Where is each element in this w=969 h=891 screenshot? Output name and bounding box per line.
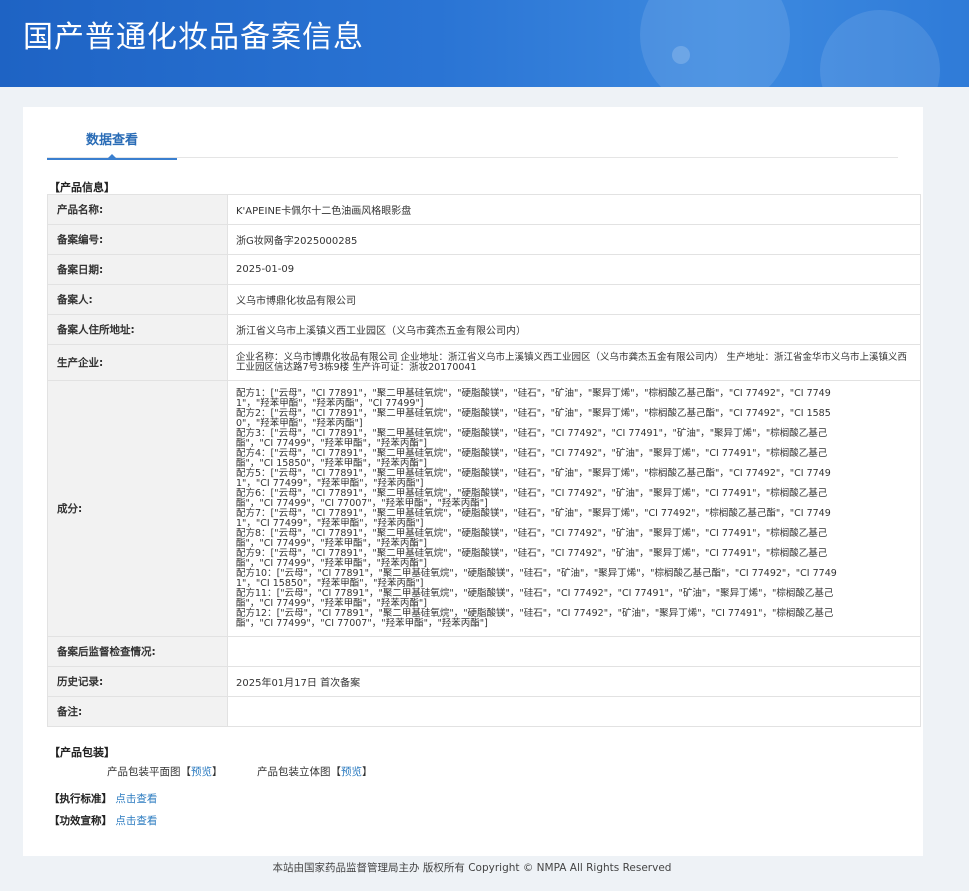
history-value: 2025年01月17日 首次备案 bbox=[227, 666, 921, 697]
formula-line: 配方7：["云母"，"CI 77891"，"聚二甲基硅氧烷"，"硬脂酸镁"，"硅… bbox=[236, 507, 831, 529]
row-label: 成分: bbox=[47, 380, 228, 637]
product-info-table: 产品名称: K'APEINE卡佩尔十二色油画风格眼影盘 备案编号: 浙G妆网备字… bbox=[47, 194, 921, 727]
efficacy-row: 【功效宣称】 点击查看 bbox=[49, 813, 157, 828]
row-label: 产品名称: bbox=[47, 194, 228, 225]
tab-label: 数据查看 bbox=[85, 133, 138, 148]
table-row: 备案人: 义乌市博鼎化妆品有限公司 bbox=[47, 284, 921, 315]
standard-row: 【执行标准】 点击查看 bbox=[49, 791, 157, 806]
row-label: 备案后监督检查情况: bbox=[47, 636, 228, 667]
tab-data-view[interactable]: 数据查看 bbox=[47, 126, 177, 160]
content-panel: 数据查看 【产品信息】 产品名称: K'APEINE卡佩尔十二色油画风格眼影盘 … bbox=[23, 107, 923, 856]
ingredients-value: 配方1：["云母"，"CI 77891"，"聚二甲基硅氧烷"，"硬脂酸镁"，"硅… bbox=[227, 380, 921, 637]
bracket: 【 bbox=[330, 766, 342, 778]
formula-line: 配方12：["云母"，"CI 77891"，"聚二甲基硅氧烷"，"硬脂酸镁"，"… bbox=[236, 607, 834, 629]
bracket: 【 bbox=[180, 766, 192, 778]
table-row: 生产企业: 企业名称：义乌市博鼎化妆品有限公司 企业地址：浙江省义乌市上溪镇义西… bbox=[47, 344, 921, 381]
tab-caret-icon bbox=[106, 154, 118, 160]
address-value: 浙江省义乌市上溪镇义西工业园区（义乌市龚杰五金有限公司内） bbox=[227, 314, 921, 345]
formula-line: 配方9：["云母"，"CI 77891"，"聚二甲基硅氧烷"，"硬脂酸镁"，"硅… bbox=[236, 547, 828, 569]
product-name-value: K'APEINE卡佩尔十二色油画风格眼影盘 bbox=[227, 194, 921, 225]
bracket: 】 bbox=[212, 766, 223, 778]
row-label: 备案编号: bbox=[47, 224, 228, 255]
table-row: 成分: 配方1：["云母"，"CI 77891"，"聚二甲基硅氧烷"，"硬脂酸镁… bbox=[47, 380, 921, 637]
record-date-value: 2025-01-09 bbox=[227, 254, 921, 285]
row-label: 备案人住所地址: bbox=[47, 314, 228, 345]
manufacturer-text: 企业名称：义乌市博鼎化妆品有限公司 企业地址：浙江省义乌市上溪镇义西工业园区（义… bbox=[236, 351, 908, 373]
packaging-flat-label: 产品包装平面图 bbox=[107, 766, 181, 778]
registrant-value: 义乌市博鼎化妆品有限公司 bbox=[227, 284, 921, 315]
table-row: 历史记录: 2025年01月17日 首次备案 bbox=[47, 666, 921, 697]
section-efficacy: 【功效宣称】 bbox=[49, 815, 112, 827]
formula-line: 配方3：["云母"，"CI 77891"，"聚二甲基硅氧烷"，"硬脂酸镁"，"硅… bbox=[236, 427, 828, 449]
table-row: 备案后监督检查情况: bbox=[47, 636, 921, 667]
formula-line: 配方4：["云母"，"CI 77891"，"聚二甲基硅氧烷"，"硬脂酸镁"，"硅… bbox=[236, 447, 828, 469]
table-row: 备注: bbox=[47, 696, 921, 727]
formula-line: 配方2：["云母"，"CI 77891"，"聚二甲基硅氧烷"，"硬脂酸镁"，"硅… bbox=[236, 407, 831, 429]
page-header: 国产普通化妆品备案信息 bbox=[0, 0, 969, 87]
table-row: 备案人住所地址: 浙江省义乌市上溪镇义西工业园区（义乌市龚杰五金有限公司内） bbox=[47, 314, 921, 345]
bracket: 】 bbox=[362, 766, 373, 778]
page-footer: 本站由国家药品监督管理局主办 版权所有 Copyright © NMPA All… bbox=[272, 862, 672, 874]
manufacturer-value: 企业名称：义乌市博鼎化妆品有限公司 企业地址：浙江省义乌市上溪镇义西工业园区（义… bbox=[227, 344, 921, 381]
formula-line: 配方10：["云母"，"CI 77891"，"聚二甲基硅氧烷"，"硬脂酸镁"，"… bbox=[236, 567, 837, 589]
section-product-info: 【产品信息】 bbox=[49, 181, 115, 194]
page-title: 国产普通化妆品备案信息 bbox=[23, 20, 364, 55]
section-packaging: 【产品包装】 bbox=[49, 746, 115, 759]
row-label: 生产企业: bbox=[47, 344, 228, 381]
remarks-value bbox=[227, 696, 921, 727]
packaging-solid-label: 产品包装立体图 bbox=[257, 766, 331, 778]
formula-line: 配方8：["云母"，"CI 77891"，"聚二甲基硅氧烷"，"硬脂酸镁"，"硅… bbox=[236, 527, 828, 549]
formula-line: 配方6：["云母"，"CI 77891"，"聚二甲基硅氧烷"，"硬脂酸镁"，"硅… bbox=[236, 487, 828, 509]
section-standard: 【执行标准】 bbox=[49, 793, 112, 805]
record-no-value: 浙G妆网备字2025000285 bbox=[227, 224, 921, 255]
formula-line: 配方5：["云母"，"CI 77891"，"聚二甲基硅氧烷"，"硬脂酸镁"，"硅… bbox=[236, 467, 831, 489]
table-row: 备案编号: 浙G妆网备字2025000285 bbox=[47, 224, 921, 255]
row-label: 备案人: bbox=[47, 284, 228, 315]
row-label: 历史记录: bbox=[47, 666, 228, 697]
packaging-solid-preview-link[interactable]: 预览 bbox=[341, 766, 362, 778]
standard-view-link[interactable]: 点击查看 bbox=[115, 793, 157, 805]
packaging-flat-preview-link[interactable]: 预览 bbox=[191, 766, 212, 778]
header-decoration bbox=[672, 46, 690, 64]
packaging-flat: 产品包装平面图【预览】 bbox=[107, 764, 223, 779]
ingredients-list: 配方1：["云母"，"CI 77891"，"聚二甲基硅氧烷"，"硬脂酸镁"，"硅… bbox=[236, 383, 846, 635]
header-decoration bbox=[820, 10, 940, 87]
formula-line: 配方1：["云母"，"CI 77891"，"聚二甲基硅氧烷"，"硬脂酸镁"，"硅… bbox=[236, 387, 831, 409]
packaging-solid: 产品包装立体图【预览】 bbox=[257, 764, 373, 779]
formula-line: 配方11：["云母"，"CI 77891"，"聚二甲基硅氧烷"，"硬脂酸镁"，"… bbox=[236, 587, 834, 609]
header-decoration bbox=[640, 0, 790, 87]
supervision-value bbox=[227, 636, 921, 667]
table-row: 备案日期: 2025-01-09 bbox=[47, 254, 921, 285]
efficacy-view-link[interactable]: 点击查看 bbox=[115, 815, 157, 827]
row-label: 备注: bbox=[47, 696, 228, 727]
row-label: 备案日期: bbox=[47, 254, 228, 285]
table-row: 产品名称: K'APEINE卡佩尔十二色油画风格眼影盘 bbox=[47, 194, 921, 225]
